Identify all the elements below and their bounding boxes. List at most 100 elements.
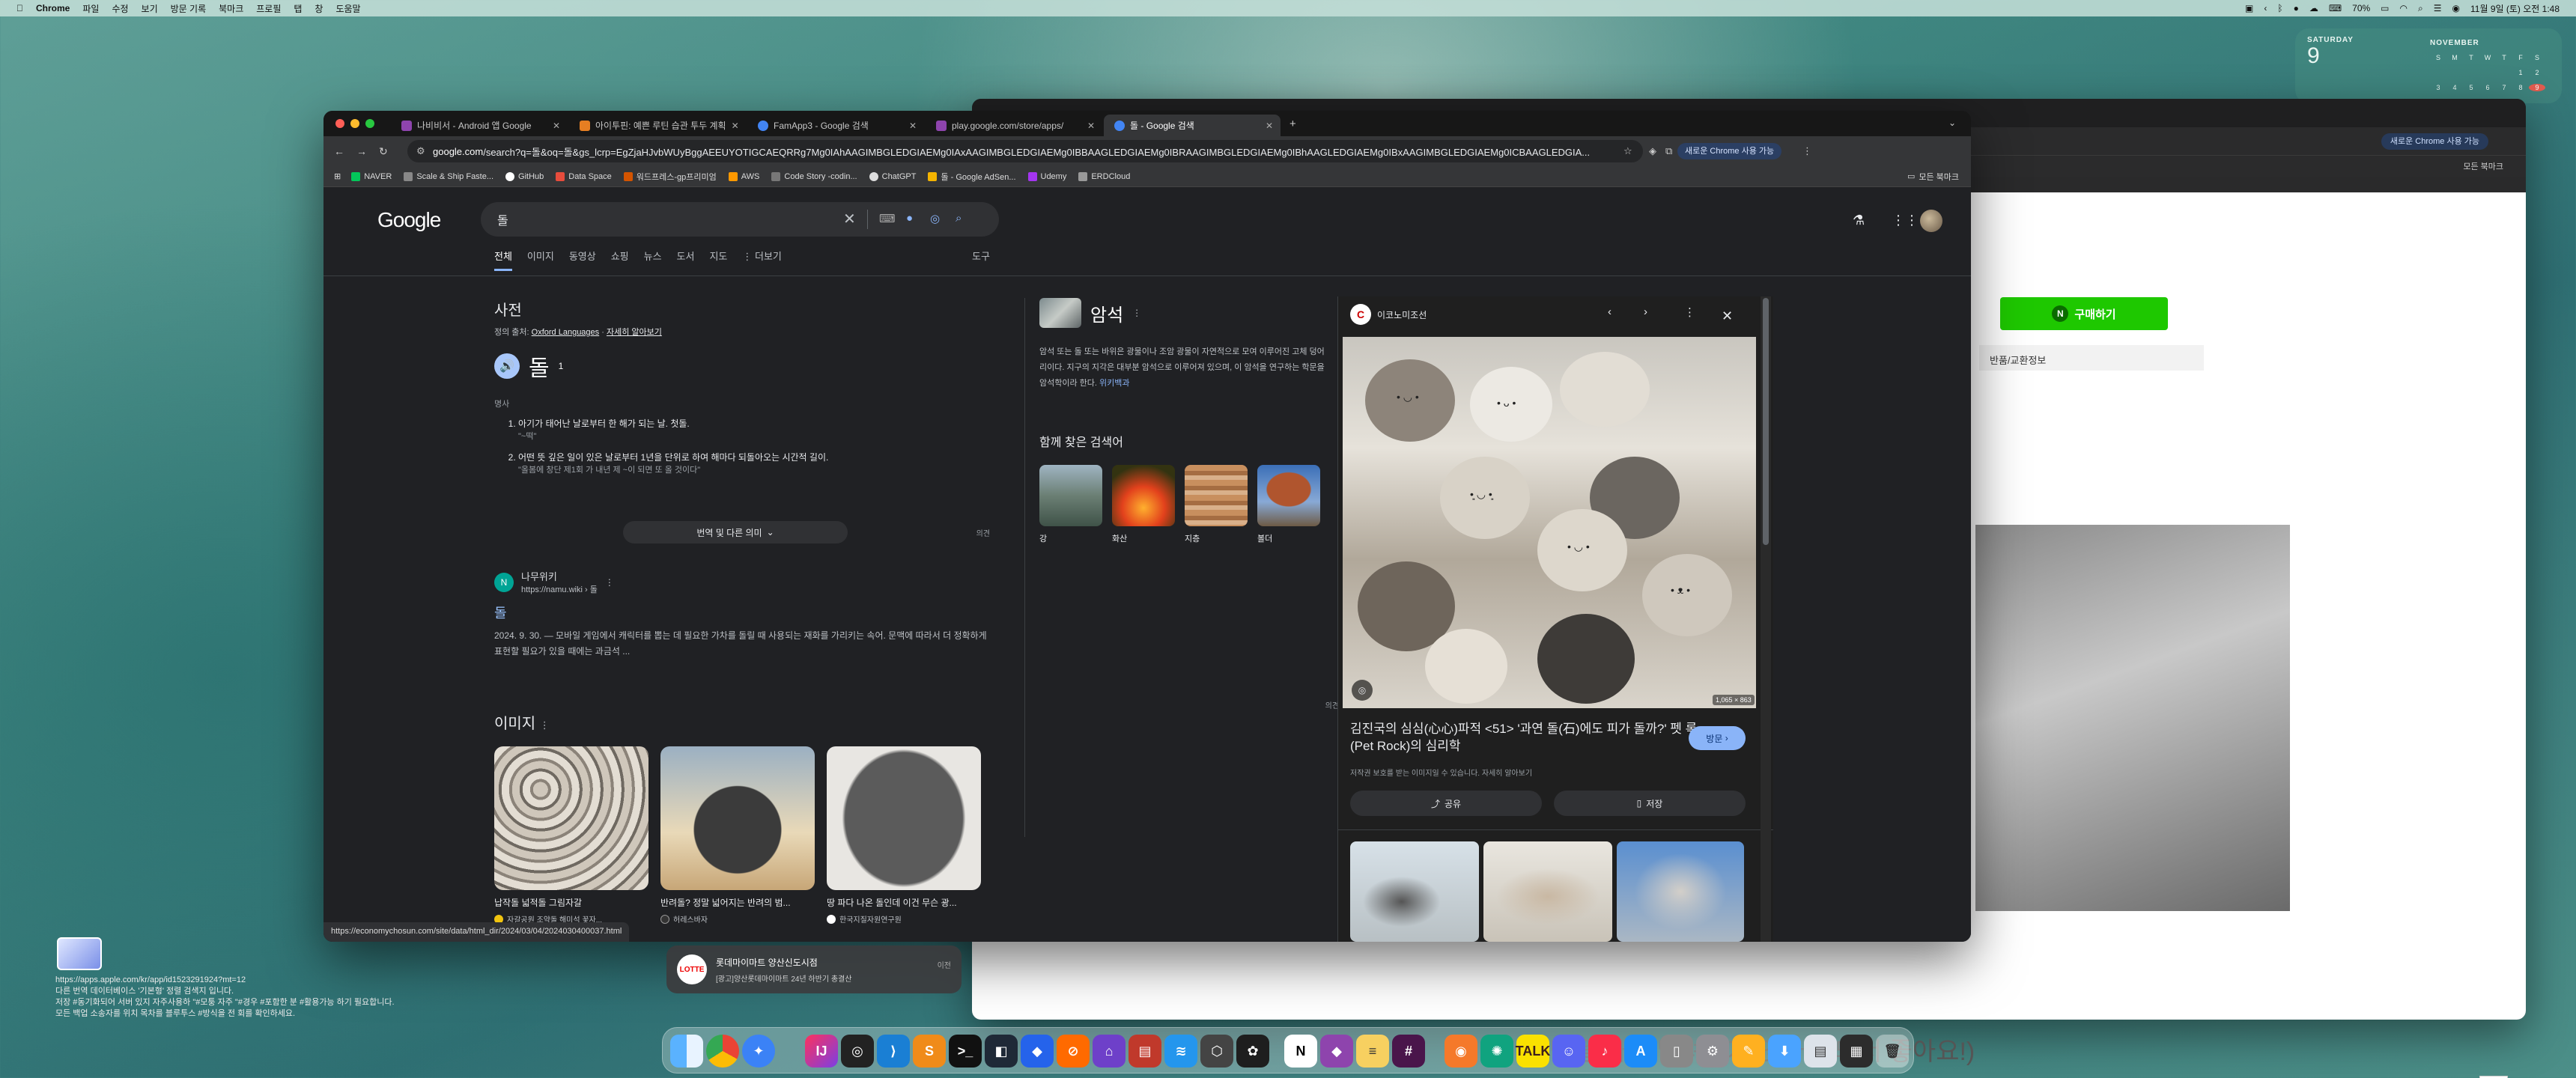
sequel-icon[interactable]: ▤	[1128, 1035, 1161, 1068]
siri-icon[interactable]: ◉	[2452, 3, 2460, 13]
control-center-icon[interactable]: ☰	[2434, 3, 2442, 13]
visit-button[interactable]: 방문 ›	[1689, 726, 1746, 750]
close-icon[interactable]: ✕	[1722, 308, 1733, 324]
apps-grid-icon[interactable]: ⋮⋮	[1892, 213, 1919, 228]
tab-more[interactable]: ⋮ 더보기	[742, 249, 782, 271]
tab-playstore[interactable]: play.google.com/store/apps/ ✕	[926, 115, 1102, 136]
image-card[interactable]: 땅 파다 나온 돌인데 이건 무슨 광... 한국지질자원연구원	[827, 746, 981, 925]
more-meanings-button[interactable]: 번역 및 다른 의미 ⌄	[623, 521, 848, 543]
related-item[interactable]: 지층	[1185, 465, 1248, 544]
wikipedia-link[interactable]: 위키백과	[1099, 379, 1129, 388]
unity-icon[interactable]: ⬡	[1200, 1035, 1233, 1068]
bluetooth-icon[interactable]: ᛒ	[2277, 3, 2282, 13]
sublime-icon[interactable]: S	[913, 1035, 946, 1068]
close-icon[interactable]: ✕	[553, 121, 560, 131]
menu-clock[interactable]: 11월 9일 (토) 오전 1:48	[2470, 2, 2560, 15]
more-options-icon[interactable]: ⋮	[1132, 308, 1141, 318]
sourcetree-icon[interactable]: ◆	[1021, 1035, 1054, 1068]
blender-icon[interactable]: ◉	[1445, 1035, 1477, 1068]
all-bookmarks[interactable]: ▭ 모든 북마크	[1907, 171, 1959, 183]
search-icon[interactable]: ⌕	[956, 212, 962, 225]
bookmark-udemy[interactable]: Udemy	[1027, 171, 1066, 181]
battery-icon[interactable]: ▭	[2381, 3, 2389, 13]
chrome-icon[interactable]	[706, 1035, 739, 1068]
downloads-icon[interactable]: ⬇	[1768, 1035, 1801, 1068]
more-options-icon[interactable]: ⋮	[540, 719, 550, 731]
desktop-file-icon[interactable]	[57, 937, 102, 970]
chatgpt-icon[interactable]: ✺	[1480, 1035, 1513, 1068]
menu-edit[interactable]: 수정	[112, 2, 128, 15]
kakaotalk-icon[interactable]: TALK	[1516, 1035, 1550, 1068]
avatar[interactable]	[1920, 210, 1942, 232]
image-card[interactable]: 납작돌 넓적돌 그림자갈 자갈공원 조약돌 해미석 꽃자...	[494, 746, 648, 925]
discord-icon[interactable]: ☺	[1552, 1035, 1585, 1068]
pebbles-image[interactable]	[494, 746, 648, 890]
menu-help[interactable]: 도움말	[335, 2, 360, 15]
close-icon[interactable]: ✕	[909, 121, 917, 131]
new-tab-icon[interactable]: +	[1289, 118, 1296, 130]
notes-icon[interactable]: ≡	[1356, 1035, 1389, 1068]
menu-view[interactable]: 보기	[142, 2, 158, 15]
tab-news[interactable]: 뉴스	[644, 249, 662, 271]
lens-icon[interactable]: ◎	[930, 212, 940, 225]
bookmark-github[interactable]: GitHub	[505, 171, 544, 181]
bookmark-star-icon[interactable]: ☆	[1623, 145, 1632, 157]
finder-icon[interactable]	[670, 1035, 703, 1068]
related-image[interactable]	[1350, 841, 1479, 942]
site-info-icon[interactable]: ⚙	[416, 145, 425, 157]
calendar-widget[interactable]: SATURDAY 9 NOVEMBER S M T W T F S 1 2 3 …	[2295, 28, 2562, 103]
chat-icon[interactable]: ●	[2294, 3, 2299, 13]
tab-all[interactable]: 전체	[494, 249, 512, 271]
mic-icon[interactable]: ●	[906, 212, 913, 225]
terminal-icon[interactable]: >_	[949, 1035, 982, 1068]
learn-more-link[interactable]: 자세히 알아보기	[607, 328, 662, 337]
trash-icon[interactable]: 🗑	[1876, 1035, 1909, 1068]
close-window-icon[interactable]	[335, 119, 344, 128]
viewer-title[interactable]: 김진국의 심심(心心)파적 <51> '과연 돌(石)에도 피가 돌까?' 펫 …	[1350, 720, 1702, 755]
more-menu-icon[interactable]: ⋮	[1802, 145, 1812, 157]
next-icon[interactable]: ›	[1644, 305, 1647, 318]
related-item[interactable]: 화산	[1112, 465, 1175, 544]
intellij-icon[interactable]: IJ	[805, 1035, 838, 1068]
viewer-scrollbar[interactable]	[1761, 296, 1771, 942]
settings-icon[interactable]: ⚙	[1696, 1035, 1729, 1068]
menu-tab[interactable]: 탭	[294, 2, 302, 15]
pet-rock-image[interactable]	[660, 746, 815, 890]
bookmark-naver[interactable]: NAVER	[351, 171, 392, 181]
tab-books[interactable]: 도서	[677, 249, 695, 271]
tab-shopping[interactable]: 쇼핑	[611, 249, 629, 271]
bookmark-erdcloud[interactable]: ERDCloud	[1078, 171, 1130, 181]
bookmark-data-space[interactable]: Data Space	[556, 171, 612, 181]
related-item[interactable]: 강	[1039, 465, 1102, 544]
clear-icon[interactable]: ✕	[843, 210, 856, 228]
zoom-window-icon[interactable]	[365, 119, 374, 128]
bookmark-chatgpt[interactable]: ChatGPT	[869, 171, 916, 181]
tab-images[interactable]: 이미지	[527, 249, 554, 271]
pet-rocks-image[interactable]: • ◡ • • ᴗ • •͈ ◡ •͈ • ◡ • • ᴥ •	[1343, 337, 1756, 708]
tab-maps[interactable]: 지도	[709, 249, 727, 271]
close-icon[interactable]: ✕	[732, 121, 739, 131]
github-desktop-icon[interactable]: ⌂	[1093, 1035, 1126, 1068]
related-image[interactable]	[1483, 841, 1612, 942]
close-icon[interactable]: ✕	[1266, 121, 1273, 131]
result-site[interactable]: N 나무위키 https://namu.wiki › 돌 ⋮	[494, 569, 988, 595]
more-options-icon[interactable]: ⋮	[605, 577, 614, 588]
close-icon[interactable]: ✕	[1087, 121, 1095, 131]
keyboard-icon[interactable]: ⌨	[879, 212, 896, 225]
share-button[interactable]: ⤴ 공유	[1350, 791, 1542, 816]
tab-nabi[interactable]: 나비비서 - Android 앱 Google ✕	[391, 115, 568, 136]
speaker-icon[interactable]: 🔊	[494, 353, 520, 379]
scrollbar-thumb[interactable]	[1763, 298, 1769, 545]
apple-icon[interactable]: 	[16, 3, 23, 13]
cloud-icon[interactable]: ☁	[2309, 3, 2318, 13]
docker-icon[interactable]: ≋	[1164, 1035, 1197, 1068]
search-input[interactable]: 돌 ✕ ⌨ ● ◎ ⌕	[481, 202, 999, 237]
menu-history[interactable]: 방문 기록	[171, 2, 207, 15]
previous-icon[interactable]: ‹	[1608, 305, 1611, 318]
browser-window[interactable]: 나비비서 - Android 앱 Google ✕ 아이투핀: 예쁜 루틴 습관…	[323, 111, 1971, 942]
tab-dol-search[interactable]: 돌 - Google 검색 ✕	[1104, 115, 1281, 136]
music-icon[interactable]: ♪	[1588, 1035, 1621, 1068]
wifi-icon[interactable]: ◠	[2400, 3, 2408, 13]
puzzle-icon[interactable]: ⧉	[1665, 145, 1672, 157]
forward-icon[interactable]: →	[356, 145, 367, 157]
